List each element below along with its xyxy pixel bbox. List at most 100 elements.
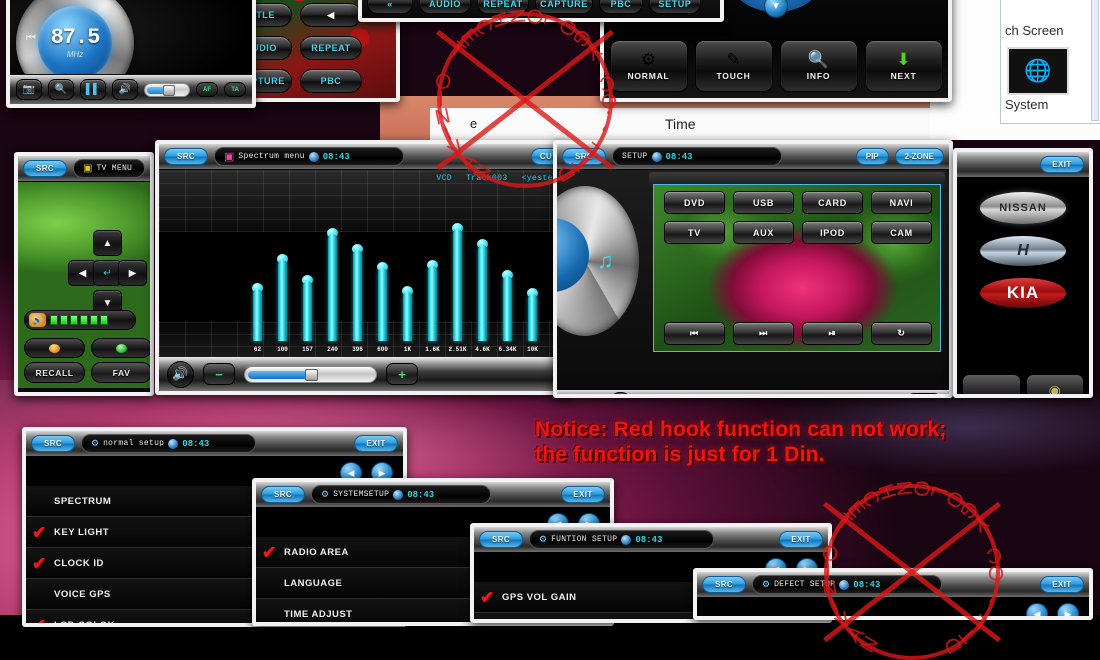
search-icon[interactable]: 🔍 (48, 79, 74, 100)
mode-button-touch[interactable]: ✎ TOUCH (694, 40, 773, 92)
radio-frequency: 87.5 (50, 25, 101, 50)
globe-icon (621, 534, 632, 545)
source-key-tv[interactable]: TV (664, 221, 725, 244)
touch-screen-label: ch Screen (1005, 23, 1064, 38)
volume-icon[interactable]: 🔊 (167, 360, 194, 388)
next-track-icon[interactable]: ⏭ (733, 322, 794, 345)
tv-dpad: ▲ ◀ ↵ ▶ ▼ (68, 230, 147, 318)
dvd-button-repeat[interactable]: REPEAT (300, 36, 362, 60)
dvd-button-pbc[interactable]: PBC (300, 69, 362, 93)
radio-bottom-bar: 📷 🔍 ▌▌ 🔊 AF TA (10, 74, 252, 104)
fav-button[interactable]: FAV (91, 362, 150, 383)
brand-logo-nissan[interactable]: NISSAN (980, 192, 1066, 224)
dvd-button-capture[interactable]: CAPTURE (535, 0, 593, 14)
dvd-button-repeat[interactable]: REPEAT (477, 0, 529, 14)
left-arrow-icon[interactable]: ◀ (300, 3, 362, 27)
brand-logo-hyundai[interactable]: H (980, 236, 1066, 266)
play-pause-icon[interactable]: ⏯ (802, 322, 863, 345)
source-key-ipod[interactable]: IPOD (802, 221, 863, 244)
band-button-ta[interactable]: TA (224, 82, 246, 97)
steering-wheel-icon: ◉ (1048, 381, 1061, 398)
brand-logo-list: NISSAN H KIA (957, 180, 1089, 308)
src-button[interactable]: SRC (164, 148, 208, 165)
src-button[interactable]: SRC (23, 160, 67, 177)
recall-button[interactable]: RECALL (24, 362, 85, 383)
prev-page-icon[interactable]: ◀ (1026, 603, 1048, 616)
mode-button-info[interactable]: 🔍 INFO (779, 40, 858, 92)
next-page-icon[interactable]: ▶ (1057, 603, 1079, 616)
prev-track-icon[interactable]: ⏮ (664, 322, 725, 345)
source-key-navi[interactable]: NAVI (871, 191, 932, 214)
right-arrow-icon[interactable]: ▶ (118, 260, 147, 286)
tv-indicator-green[interactable] (91, 338, 150, 358)
setup-row-label: CAM LINE (502, 623, 736, 624)
dvd-button-setup[interactable]: SETUP (649, 0, 701, 14)
source-key-card[interactable]: CARD (802, 191, 863, 214)
source-key-aux[interactable]: AUX (733, 221, 794, 244)
equalizer-icon[interactable]: ▌▌ (907, 393, 941, 394)
dvd-button-pbc[interactable]: PBC (599, 0, 643, 14)
up-arrow-icon[interactable]: ▲ (93, 230, 122, 256)
blank-button[interactable] (962, 374, 1021, 394)
exit-button[interactable]: EXIT (1040, 156, 1084, 173)
globe-icon (168, 438, 179, 449)
chevron-down-icon[interactable]: ▼ (764, 0, 788, 18)
exit-button[interactable]: EXIT (779, 531, 823, 548)
source-key-cam[interactable]: CAM (871, 221, 932, 244)
volume-icon[interactable]: 🔊 (29, 313, 46, 327)
tv-volume-bar[interactable]: 🔊 (24, 310, 136, 330)
volume-segment (80, 315, 88, 325)
repeat-icon[interactable]: ↻ (871, 322, 932, 345)
brand-logo-kia[interactable]: KIA (980, 278, 1066, 308)
video-preview[interactable]: DVD USB CARD NAVI TV AUX IPOD CAM ⏮ ⏭ ⏯ … (653, 184, 941, 352)
steer-button[interactable]: ◉ STEER (1025, 374, 1084, 398)
scrollbar[interactable] (1091, 0, 1099, 121)
camera-icon[interactable]: 📷 (16, 79, 42, 100)
volume-icon[interactable]: 🔊 (607, 391, 634, 394)
level-slider[interactable] (244, 365, 377, 383)
watermark-character: T (954, 622, 981, 648)
src-button[interactable]: SRC (702, 576, 746, 593)
rewind-icon[interactable]: « (367, 0, 413, 14)
red-check-icon: ✔ (480, 587, 495, 607)
mode-button-next[interactable]: ⬇ NEXT (864, 40, 943, 92)
source-key-usb[interactable]: USB (733, 191, 794, 214)
volume-segment (100, 315, 108, 325)
mute-icon[interactable]: 🔊 (112, 79, 138, 100)
midband-label-time: Time (665, 116, 696, 132)
source-row-2: TV AUX IPOD CAM (664, 221, 932, 244)
funtion-setup-title-pill: ⚙ FUNTION SETUP 08:43 (529, 530, 714, 549)
mode-button-normal[interactable]: ⚙ NORMAL (609, 40, 688, 92)
pip-button[interactable]: PIP (855, 148, 889, 165)
spectrum-frequency-label: 240 (327, 346, 338, 353)
src-button[interactable]: SRC (479, 531, 523, 548)
source-key-dvd[interactable]: DVD (664, 191, 725, 214)
level-slider-knob[interactable] (305, 368, 319, 381)
dvd-header-window: « AUDIO REPEAT CAPTURE PBC SETUP (358, 0, 724, 22)
exit-button[interactable]: EXIT (561, 486, 605, 503)
band-button-af[interactable]: AF (196, 82, 218, 97)
background-white-strip: e Time (430, 108, 950, 142)
volume-slider-knob[interactable] (163, 84, 176, 96)
src-button[interactable]: SRC (562, 148, 606, 165)
plus-icon[interactable]: + (386, 363, 418, 385)
tv-video-scene[interactable]: ▲ ◀ ↵ ▶ ▼ 🔊 RECALL FAV (18, 182, 150, 388)
equalizer-icon[interactable]: ▌▌ (80, 79, 106, 100)
volume-slider[interactable] (642, 397, 899, 399)
spectrum-bar (278, 260, 287, 341)
zone-button[interactable]: 2-ZONE (894, 148, 944, 165)
mode-label: NORMAL (627, 71, 670, 81)
tv-indicator-orange[interactable] (24, 338, 85, 358)
skip-back-icon[interactable]: ⏮ (26, 32, 36, 45)
minus-icon[interactable]: − (203, 363, 235, 385)
exit-button[interactable]: EXIT (354, 435, 398, 452)
globe-icon (839, 579, 850, 590)
src-button[interactable]: SRC (31, 435, 75, 452)
volume-slider[interactable] (144, 82, 190, 97)
dvd-button-audio[interactable]: AUDIO (419, 0, 471, 14)
source-title: SETUP (622, 152, 648, 161)
phone-hangup-icon[interactable]: ☎ (565, 394, 599, 398)
src-button[interactable]: SRC (261, 486, 305, 503)
exit-button[interactable]: EXIT (1040, 576, 1084, 593)
source-titlebar: SRC SETUP 08:43 PIP 2-ZONE (557, 144, 949, 170)
